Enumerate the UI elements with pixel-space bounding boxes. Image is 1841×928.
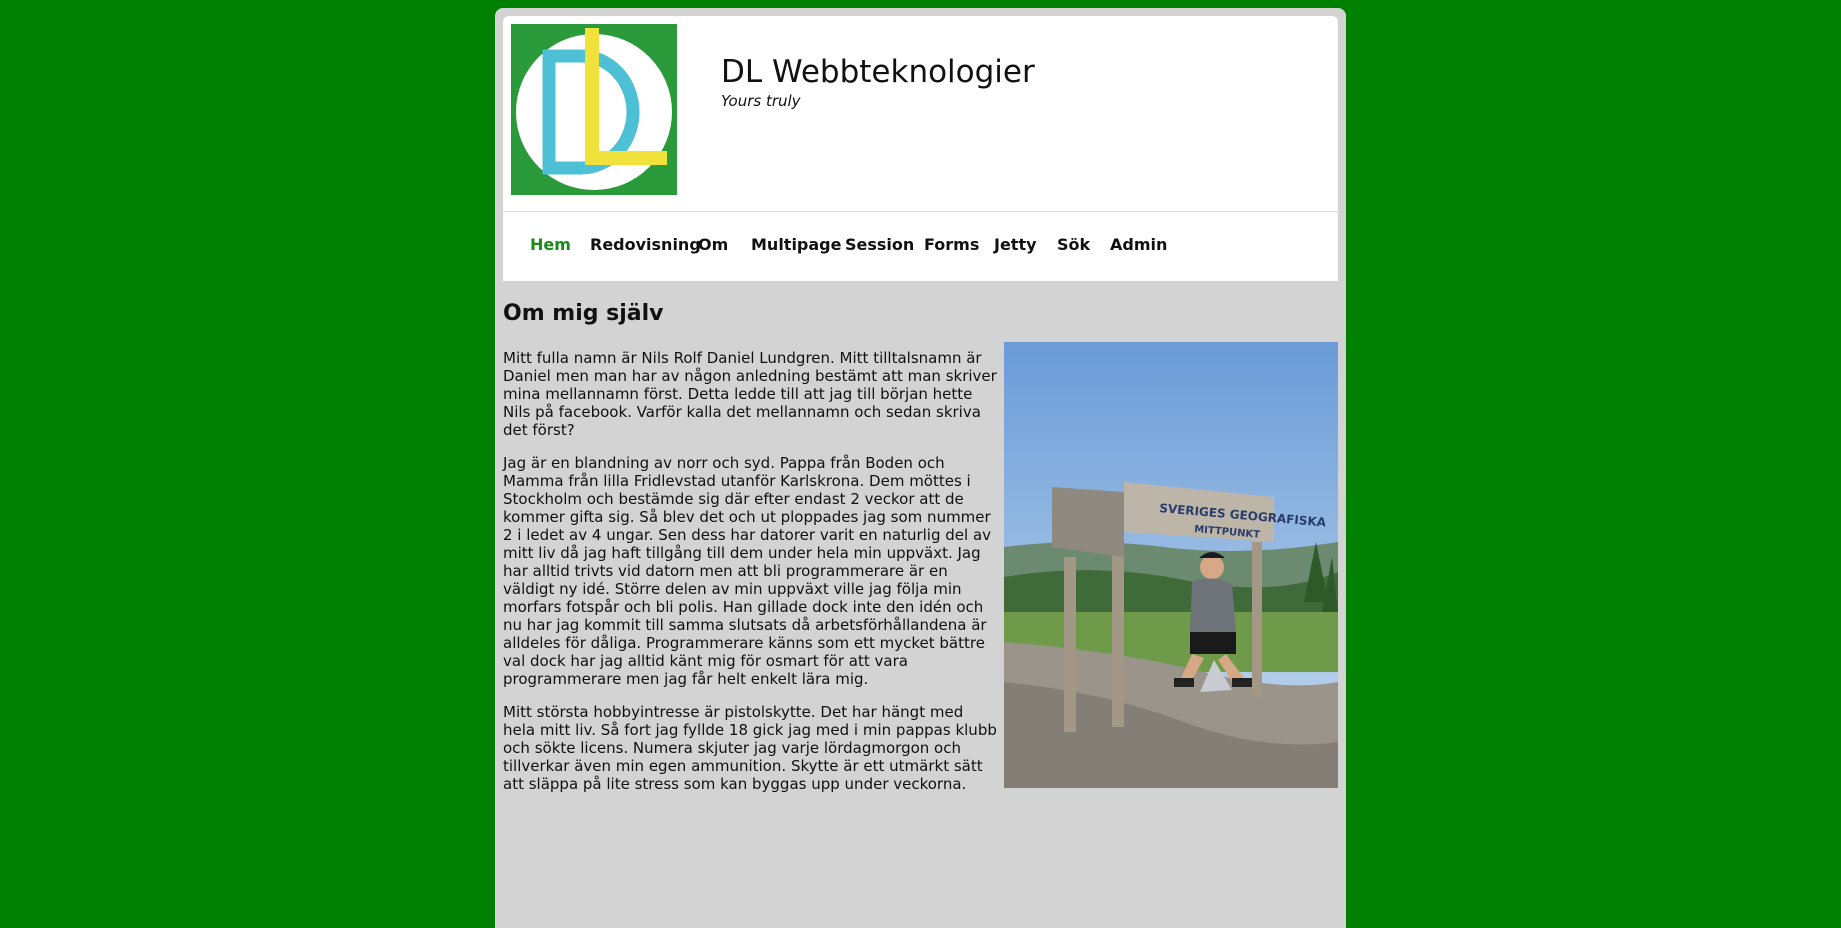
nav-item-om[interactable]: Om	[698, 235, 728, 254]
dl-logo-icon: DL	[511, 24, 677, 195]
paragraph: Mitt fulla namn är Nils Rolf Daniel Lund…	[503, 349, 997, 439]
site-logo[interactable]: DL	[511, 24, 677, 195]
nav-item-sok[interactable]: Sök	[1057, 235, 1090, 254]
nav-item-session[interactable]: Session	[845, 235, 914, 254]
nav-item-jetty[interactable]: Jetty	[994, 235, 1037, 254]
site-tagline: Yours truly	[721, 92, 801, 110]
nav-item-forms[interactable]: Forms	[924, 235, 979, 254]
about-text: Mitt fulla namn är Nils Rolf Daniel Lund…	[503, 349, 998, 808]
paragraph: Jag är en blandning av norr och syd. Pap…	[503, 454, 992, 688]
nav-item-redovisning[interactable]: Redovisning	[590, 235, 701, 254]
nav-item-multipage[interactable]: Multipage	[751, 235, 841, 254]
page-heading: Om mig själv	[503, 301, 664, 326]
paragraph: Mitt största hobbyintresse är pistolskyt…	[503, 703, 997, 793]
site-title: DL Webbteknologier	[721, 54, 1035, 90]
nav-item-hem[interactable]: Hem	[530, 235, 571, 254]
nav-item-admin[interactable]: Admin	[1110, 235, 1167, 254]
site-header: DL DL Webbteknologier Yours truly	[503, 16, 1338, 211]
photo-image: SVERIGES GEOGRAFISKA MITTPUNKT	[1004, 342, 1338, 788]
page-container: DL DL Webbteknologier Yours truly Hem Re…	[495, 8, 1346, 928]
profile-photo: SVERIGES GEOGRAFISKA MITTPUNKT	[1004, 342, 1338, 788]
main-nav: Hem Redovisning Om Multipage Session For…	[503, 211, 1338, 281]
